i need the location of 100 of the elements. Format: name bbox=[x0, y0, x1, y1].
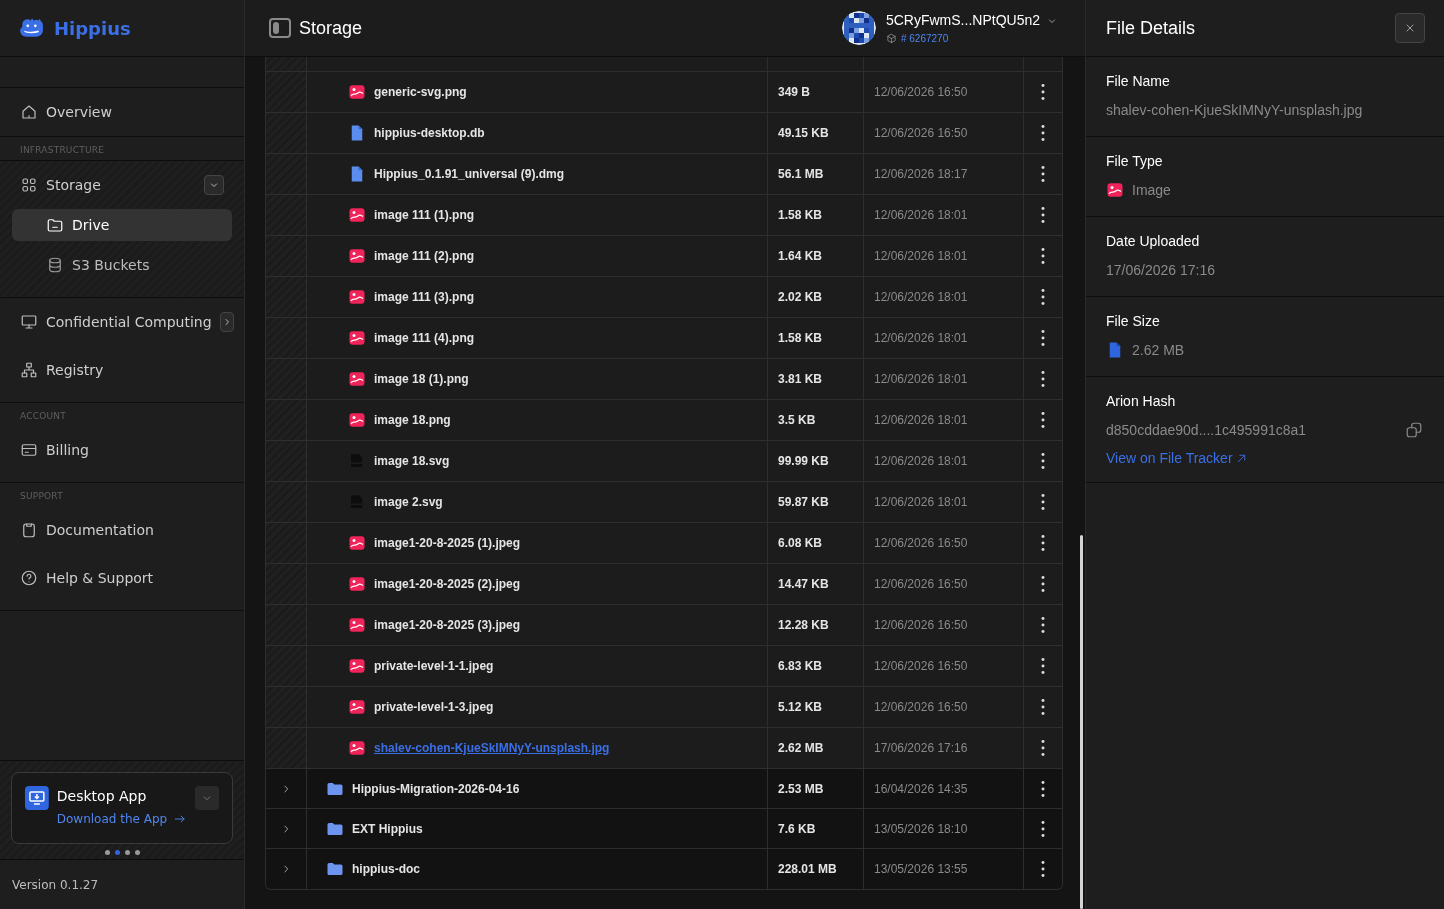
section-heading: ACCOUNT bbox=[19, 410, 68, 423]
image-file-icon bbox=[348, 329, 366, 347]
file-date: 13/05/2026 13:55 bbox=[874, 861, 968, 878]
more-icon bbox=[1041, 453, 1045, 469]
page-title: Storage bbox=[299, 16, 364, 40]
file-size: 6.08 KB bbox=[778, 535, 823, 552]
file-name[interactable]: image1-20-8-2025 (3).jpeg bbox=[374, 616, 521, 634]
file-row[interactable]: image 18 (1).png 3.81 KB 12/06/2026 18:01 bbox=[266, 359, 1062, 400]
file-date: 13/05/2026 18:10 bbox=[874, 820, 968, 838]
file-date: 12/06/2026 18:01 bbox=[874, 371, 968, 388]
network-icon bbox=[20, 361, 38, 379]
grid-icon bbox=[20, 176, 38, 194]
file-row[interactable]: image1-20-8-2025 (3).jpeg 12.28 KB 12/06/2026 16:50 bbox=[266, 605, 1062, 646]
file-row[interactable]: image 111 (2).png 1.64 KB 12/06/2026 18:01 bbox=[266, 236, 1062, 277]
nav-item[interactable]: Storage bbox=[0, 161, 244, 209]
file-name[interactable]: image1-20-8-2025 (1).jpeg bbox=[374, 534, 521, 552]
file-name[interactable]: image 18.png bbox=[374, 411, 451, 429]
image-file-icon bbox=[348, 698, 366, 716]
copy-button[interactable] bbox=[1404, 420, 1424, 440]
file-date: 12/06/2026 18:17 bbox=[874, 166, 968, 183]
file-name[interactable]: private-level-1-3.jpeg bbox=[374, 698, 494, 716]
file-date: 12/06/2026 16:50 bbox=[874, 84, 968, 101]
nav-subitem[interactable]: Drive bbox=[12, 209, 232, 241]
field-label: Date Uploaded bbox=[1106, 232, 1201, 251]
field-label: File Name bbox=[1106, 72, 1171, 91]
more-icon bbox=[1041, 166, 1045, 182]
file-row[interactable]: image 111 (3).png 2.02 KB 12/06/2026 18:01 bbox=[266, 277, 1062, 318]
nav-item[interactable]: Confidential Computing bbox=[0, 298, 244, 346]
file-size: 2.62 MB bbox=[778, 740, 824, 757]
file-size: 99.99 KB bbox=[778, 453, 829, 470]
file-name[interactable]: image 18.svg bbox=[374, 452, 450, 470]
file-size: 5.12 KB bbox=[778, 699, 823, 716]
field-label: Arion Hash bbox=[1106, 392, 1177, 411]
more-icon bbox=[1041, 699, 1045, 715]
file-name[interactable]: hippius-doc bbox=[352, 860, 420, 878]
file-row[interactable]: shalev-cohen-KjueSkIMNyY-unsplash.jpg 2.62 MB 17/06/2026 17:16 bbox=[266, 728, 1062, 769]
book-icon bbox=[20, 521, 38, 539]
tracker-link[interactable]: View on File Tracker bbox=[1106, 448, 1248, 469]
expand-toggle[interactable] bbox=[219, 312, 234, 332]
download-link[interactable]: Download the App bbox=[56, 810, 188, 828]
file-name[interactable]: image 111 (3).png bbox=[374, 288, 475, 306]
file-date: 12/06/2026 16:50 bbox=[874, 535, 968, 552]
nav-item[interactable]: Registry bbox=[0, 346, 244, 394]
file-size: 49.15 KB bbox=[778, 125, 829, 142]
file-row[interactable]: EXT Hippius 7.6 KB 13/05/2026 18:10 bbox=[266, 809, 1062, 849]
file-row[interactable]: image1-20-8-2025 (1).jpeg 6.08 KB 12/06/2026 16:50 bbox=[266, 523, 1062, 564]
file-row[interactable]: private-level-1-3.jpeg 5.12 KB 12/06/2026 16:50 bbox=[266, 687, 1062, 728]
more-icon bbox=[1041, 820, 1045, 837]
nav-subitem[interactable]: S3 Buckets bbox=[12, 249, 232, 281]
account-address[interactable]: 5CRyFwmS...NPtQU5n2 bbox=[885, 10, 1040, 31]
more-icon bbox=[1041, 576, 1045, 592]
file-row[interactable]: Hippius_0.1.91_universal (9).dmg 56.1 MB 12/06/2026 18:17 bbox=[266, 154, 1062, 195]
file-row[interactable]: image 18.png 3.5 KB 12/06/2026 18:01 bbox=[266, 400, 1062, 441]
file-name[interactable]: image 111 (2).png bbox=[374, 247, 475, 265]
more-icon bbox=[1041, 371, 1045, 387]
file-row[interactable]: image 111 (1).png 1.58 KB 12/06/2026 18:01 bbox=[266, 195, 1062, 236]
section-heading: SUPPORT bbox=[19, 490, 64, 503]
nav-item[interactable]: Overview bbox=[0, 88, 244, 136]
nav-item[interactable]: Billing bbox=[0, 426, 244, 474]
file-date: 12/06/2026 16:50 bbox=[874, 658, 968, 675]
more-icon bbox=[1041, 248, 1045, 264]
file-name[interactable]: image1-20-8-2025 (2).jpeg bbox=[374, 575, 521, 593]
nav-item[interactable]: Help & Support bbox=[0, 554, 244, 602]
brand-name[interactable]: Hippius bbox=[54, 14, 131, 42]
file-size: 3.81 KB bbox=[778, 371, 823, 388]
file-name[interactable]: private-level-1-1.jpeg bbox=[374, 657, 494, 675]
folder-icon bbox=[326, 860, 344, 878]
file-name[interactable]: image 2.svg bbox=[374, 493, 443, 511]
file-date: 12/06/2026 18:01 bbox=[874, 207, 968, 224]
more-icon bbox=[1041, 861, 1045, 877]
file-name[interactable]: hippius-desktop.db bbox=[374, 124, 485, 142]
file-name[interactable]: image 111 (4).png bbox=[374, 329, 475, 347]
file-name[interactable]: image 18 (1).png bbox=[374, 370, 469, 388]
version-label: Version 0.1.27 bbox=[12, 876, 99, 894]
file-name[interactable]: Hippius-Migration-2026-04-16 bbox=[352, 779, 520, 798]
file-name[interactable]: shalev-cohen-KjueSkIMNyY-unsplash.jpg bbox=[374, 739, 610, 757]
file-name[interactable]: Hippius_0.1.91_universal (9).dmg bbox=[374, 165, 565, 183]
file-name[interactable]: image 111 (1).png bbox=[374, 206, 475, 224]
expand-toggle[interactable] bbox=[204, 175, 224, 195]
field-label: File Type bbox=[1106, 152, 1164, 171]
file-row[interactable]: hippius-desktop.db 49.15 KB 12/06/2026 16:50 bbox=[266, 113, 1062, 154]
file-row[interactable]: Hippius-Migration-2026-04-16 2.53 MB 16/04/2026 14:35 bbox=[266, 769, 1062, 809]
nav-item[interactable]: Documentation bbox=[0, 506, 244, 554]
image-file-icon bbox=[348, 411, 366, 429]
sidebar-toggle[interactable] bbox=[269, 18, 291, 38]
file-row[interactable]: hippius-doc 228.01 MB 13/05/2026 13:55 bbox=[266, 849, 1062, 889]
section-heading: INFRASTRUCTURE bbox=[19, 144, 106, 157]
file-row[interactable]: image1-20-8-2025 (2).jpeg 14.47 KB 12/06/2026 16:50 bbox=[266, 564, 1062, 605]
scrollbar-thumb[interactable] bbox=[1080, 535, 1083, 909]
file-size: 59.87 KB bbox=[778, 494, 829, 511]
file-name[interactable]: generic-svg.png bbox=[374, 83, 467, 101]
image-file-icon bbox=[348, 83, 366, 101]
file-row[interactable]: generic-svg.png 349 B 12/06/2026 16:50 bbox=[266, 72, 1062, 113]
file-date: 16/04/2026 14:35 bbox=[874, 780, 968, 798]
file-name[interactable]: EXT Hippius bbox=[352, 819, 423, 838]
file-row[interactable]: image 18.svg 99.99 KB 12/06/2026 18:01 bbox=[266, 441, 1062, 482]
file-row[interactable]: image 111 (4).png 1.58 KB 12/06/2026 18:01 bbox=[266, 318, 1062, 359]
file-row[interactable]: private-level-1-1.jpeg 6.83 KB 12/06/2026 16:50 bbox=[266, 646, 1062, 687]
file-row[interactable]: image 2.svg 59.87 KB 12/06/2026 18:01 bbox=[266, 482, 1062, 523]
more-icon bbox=[1041, 535, 1045, 551]
